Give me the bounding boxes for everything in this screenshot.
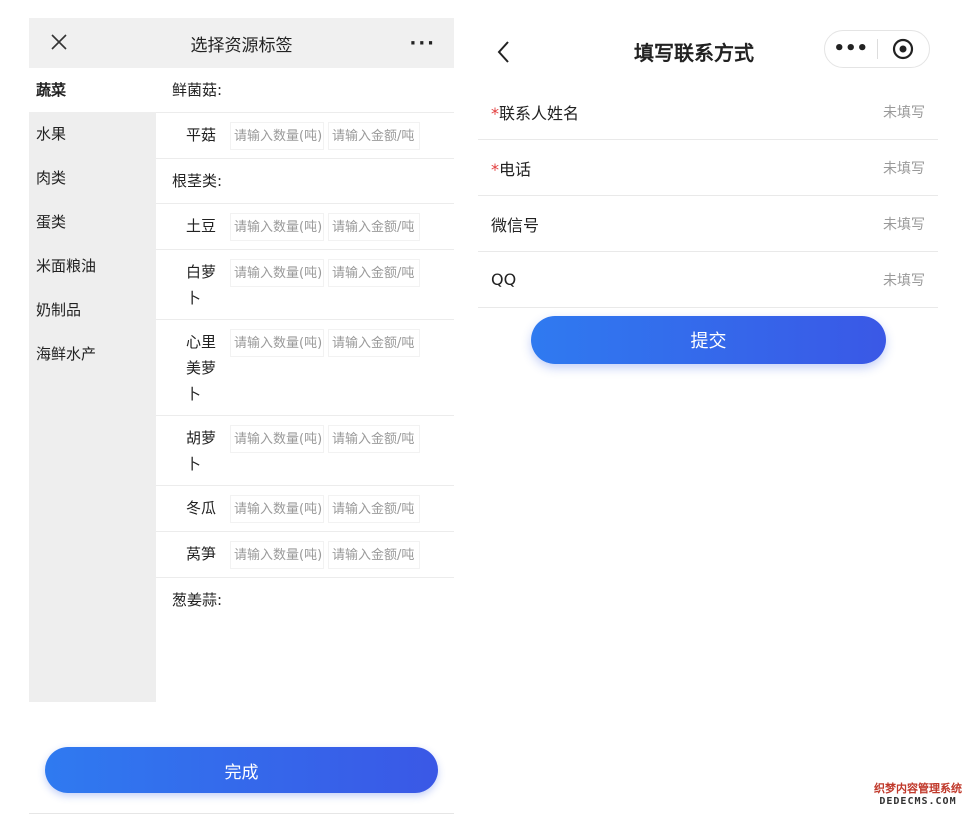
list-item: 冬瓜 bbox=[156, 485, 454, 531]
quantity-input[interactable] bbox=[230, 495, 324, 523]
resource-list[interactable]: 鲜菌菇: 平菇 根茎类: 土豆 白萝卜 bbox=[156, 68, 454, 613]
list-item: 胡萝卜 bbox=[156, 415, 454, 485]
required-mark: * bbox=[491, 159, 499, 179]
list-item: 莴笋 bbox=[156, 531, 454, 578]
category-sidebar: 蔬菜 水果 肉类 蛋类 米面粮油 奶制品 海鲜水产 bbox=[29, 68, 156, 702]
sidebar-item-eggs[interactable]: 蛋类 bbox=[29, 200, 156, 244]
required-mark: * bbox=[491, 103, 499, 123]
item-name: 莴笋 bbox=[186, 545, 217, 563]
sidebar-item-grain-oil[interactable]: 米面粮油 bbox=[29, 244, 156, 288]
sidebar-item-vegetables[interactable]: 蔬菜 bbox=[29, 68, 156, 112]
watermark-domain: DEDECMS.COM bbox=[879, 796, 957, 807]
amount-input[interactable] bbox=[328, 122, 420, 150]
field-value[interactable]: 未填写 bbox=[883, 158, 925, 178]
close-target-icon[interactable] bbox=[877, 30, 929, 68]
more-icon[interactable]: ··· bbox=[409, 33, 436, 54]
left-page-title: 选择资源标签 bbox=[190, 35, 293, 56]
quantity-input[interactable] bbox=[230, 329, 324, 357]
amount-input[interactable] bbox=[328, 213, 420, 241]
sidebar-item-dairy[interactable]: 奶制品 bbox=[29, 288, 156, 332]
left-header: 选择资源标签 ··· bbox=[29, 18, 454, 68]
done-button[interactable]: 完成 bbox=[45, 747, 438, 793]
submit-button[interactable]: 提交 bbox=[531, 316, 886, 364]
item-name: 土豆 bbox=[186, 217, 217, 235]
amount-input[interactable] bbox=[328, 259, 420, 287]
contact-name-field[interactable]: *联系人姓名 未填写 bbox=[478, 84, 938, 140]
quantity-input[interactable] bbox=[230, 425, 324, 453]
right-page-title: 填写联系方式 bbox=[634, 40, 754, 65]
list-item: 平菇 bbox=[156, 112, 454, 159]
group-title: 葱姜蒜: bbox=[172, 591, 223, 609]
group-title: 根茎类: bbox=[172, 172, 223, 190]
field-value[interactable]: 未填写 bbox=[883, 270, 925, 290]
field-value[interactable]: 未填写 bbox=[883, 214, 925, 234]
item-name: 平菇 bbox=[186, 126, 217, 144]
back-icon[interactable] bbox=[496, 40, 512, 64]
field-label: 电话 bbox=[499, 159, 532, 179]
more-icon[interactable]: ••• bbox=[825, 30, 877, 68]
phone-field[interactable]: *电话 未填写 bbox=[478, 140, 938, 196]
list-item: 白萝卜 bbox=[156, 249, 454, 319]
left-body: 蔬菜 水果 肉类 蛋类 米面粮油 奶制品 海鲜水产 鲜菌菇: 平菇 根茎类: 土… bbox=[29, 68, 454, 702]
wechat-field[interactable]: 微信号 未填写 bbox=[478, 196, 938, 252]
item-name: 心里美萝卜 bbox=[186, 333, 217, 403]
item-name: 胡萝卜 bbox=[186, 429, 217, 473]
qq-field[interactable]: QQ 未填写 bbox=[478, 252, 938, 308]
quantity-input[interactable] bbox=[230, 259, 324, 287]
field-label: QQ bbox=[491, 270, 517, 289]
amount-input[interactable] bbox=[328, 425, 420, 453]
field-value[interactable]: 未填写 bbox=[883, 102, 925, 122]
close-icon[interactable] bbox=[47, 30, 71, 54]
group-title: 鲜菌菇: bbox=[172, 81, 223, 99]
list-item: 心里美萝卜 bbox=[156, 319, 454, 415]
list-item: 土豆 bbox=[156, 203, 454, 249]
quantity-input[interactable] bbox=[230, 213, 324, 241]
sidebar-item-seafood[interactable]: 海鲜水产 bbox=[29, 332, 156, 376]
amount-input[interactable] bbox=[328, 495, 420, 523]
watermark-text: 织梦内容管理系统 bbox=[874, 782, 962, 795]
resource-tag-panel: 选择资源标签 ··· 蔬菜 水果 肉类 蛋类 米面粮油 奶制品 海鲜水产 鲜菌菇… bbox=[29, 18, 454, 818]
amount-input[interactable] bbox=[328, 541, 420, 569]
divider bbox=[29, 813, 454, 814]
watermark: 织梦内容管理系统 DEDECMS.COM bbox=[866, 780, 970, 807]
sidebar-item-meat[interactable]: 肉类 bbox=[29, 156, 156, 200]
field-label: 微信号 bbox=[491, 215, 540, 235]
field-label: 联系人姓名 bbox=[499, 103, 580, 123]
amount-input[interactable] bbox=[328, 329, 420, 357]
mini-program-capsule: ••• bbox=[824, 30, 930, 68]
quantity-input[interactable] bbox=[230, 541, 324, 569]
item-name: 白萝卜 bbox=[186, 263, 217, 307]
contact-form-panel: 填写联系方式 ••• *联系人姓名 未填写 *电话 未填写 微信号 未填写 QQ… bbox=[478, 18, 938, 418]
right-header: 填写联系方式 ••• bbox=[478, 18, 938, 84]
item-name: 冬瓜 bbox=[186, 499, 217, 517]
quantity-input[interactable] bbox=[230, 122, 324, 150]
sidebar-item-fruit[interactable]: 水果 bbox=[29, 112, 156, 156]
